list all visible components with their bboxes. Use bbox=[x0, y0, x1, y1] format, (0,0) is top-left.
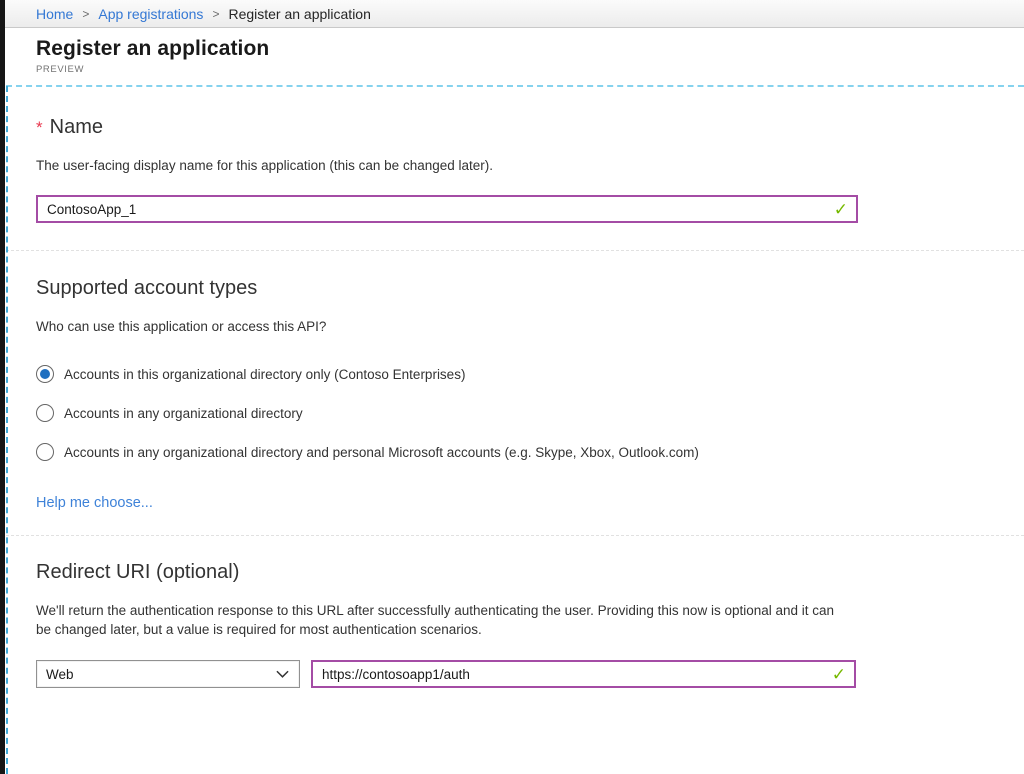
name-description: The user-facing display name for this ap… bbox=[36, 156, 1024, 175]
account-types-section: Supported account types Who can use this… bbox=[36, 277, 1024, 512]
breadcrumb-current: Register an application bbox=[228, 6, 370, 22]
help-me-choose-link[interactable]: Help me choose... bbox=[36, 495, 153, 511]
breadcrumb: Home > App registrations > Register an a… bbox=[0, 0, 1024, 28]
breadcrumb-app-registrations[interactable]: App registrations bbox=[98, 6, 203, 22]
account-type-radio-group: Accounts in this organizational director… bbox=[36, 365, 1024, 461]
radio-option-1[interactable]: Accounts in any organizational directory bbox=[36, 404, 1024, 422]
form-content: *Name The user-facing display name for t… bbox=[0, 85, 1024, 688]
page-header: Register an application PREVIEW bbox=[0, 28, 1024, 85]
name-section-title: *Name bbox=[36, 116, 1024, 139]
radio-button-icon[interactable] bbox=[36, 365, 54, 383]
page-title: Register an application bbox=[36, 37, 1024, 61]
breadcrumb-home[interactable]: Home bbox=[36, 6, 73, 22]
redirect-uri-row: Web bbox=[36, 660, 1024, 688]
redirect-uri-section: Redirect URI (optional) We'll return the… bbox=[36, 561, 1024, 688]
focus-outline-left bbox=[6, 86, 8, 774]
preview-badge: PREVIEW bbox=[36, 64, 1024, 75]
redirect-uri-description: We'll return the authentication response… bbox=[36, 601, 846, 639]
account-types-title: Supported account types bbox=[36, 277, 1024, 300]
radio-option-2[interactable]: Accounts in any organizational directory… bbox=[36, 443, 1024, 461]
radio-button-icon[interactable] bbox=[36, 443, 54, 461]
section-divider bbox=[6, 535, 1024, 536]
focus-outline-top bbox=[6, 85, 1024, 87]
valid-checkmark-icon bbox=[832, 666, 846, 683]
platform-type-selected: Web bbox=[46, 667, 74, 682]
register-application-page: Home > App registrations > Register an a… bbox=[0, 0, 1024, 774]
chevron-right-icon: > bbox=[82, 7, 89, 21]
required-asterisk: * bbox=[36, 118, 43, 137]
platform-type-dropdown[interactable]: Web bbox=[36, 660, 300, 688]
name-input[interactable] bbox=[47, 202, 834, 217]
account-types-question: Who can use this application or access t… bbox=[36, 317, 1024, 336]
radio-button-icon[interactable] bbox=[36, 404, 54, 422]
name-input-container bbox=[36, 195, 858, 223]
radio-option-0[interactable]: Accounts in this organizational director… bbox=[36, 365, 1024, 383]
chevron-right-icon: > bbox=[212, 7, 219, 21]
name-section: *Name The user-facing display name for t… bbox=[36, 116, 1024, 223]
section-divider bbox=[6, 250, 1024, 251]
redirect-uri-input-container bbox=[311, 660, 856, 688]
redirect-uri-input[interactable] bbox=[322, 667, 832, 682]
chevron-down-icon bbox=[276, 670, 289, 679]
left-edge-strip bbox=[0, 0, 5, 774]
redirect-uri-title: Redirect URI (optional) bbox=[36, 561, 1024, 584]
valid-checkmark-icon bbox=[834, 201, 848, 218]
